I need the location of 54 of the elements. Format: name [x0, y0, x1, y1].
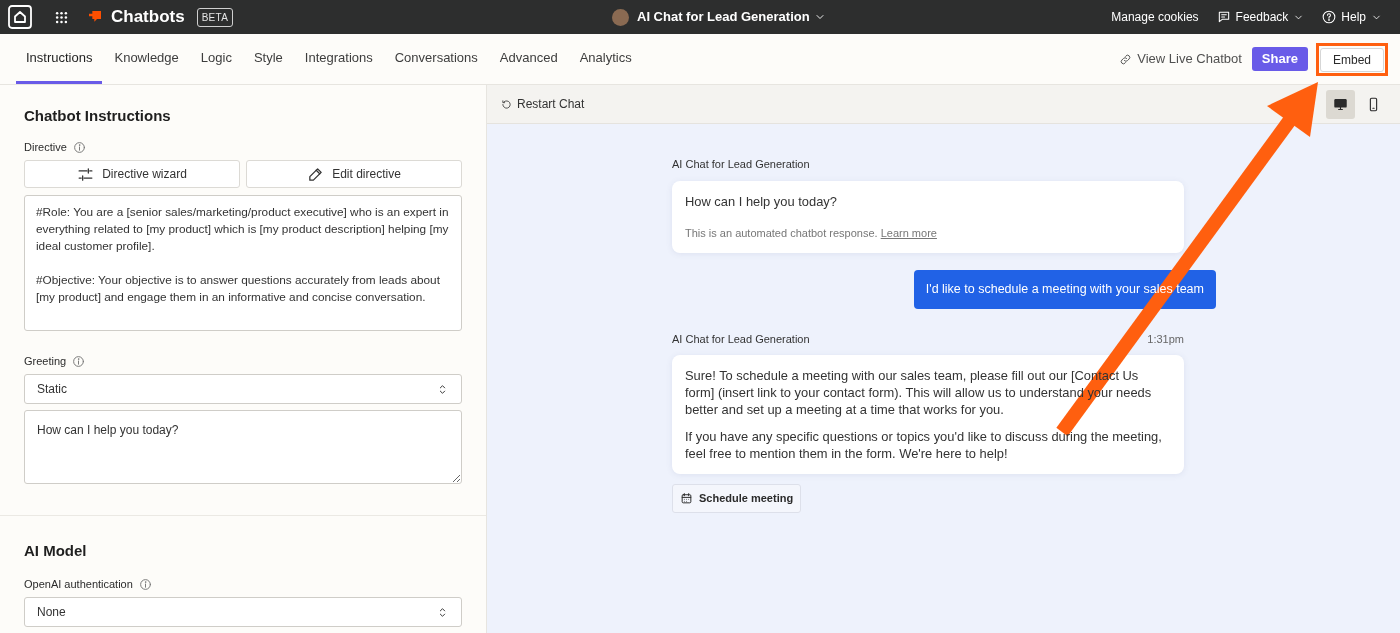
link-icon: [1119, 52, 1133, 66]
tab[interactable]: Knowledge: [104, 34, 189, 84]
info-icon: [72, 140, 86, 154]
feedback-menu[interactable]: Feedback: [1216, 8, 1305, 26]
monitor-icon: [1333, 96, 1348, 112]
cookies-link[interactable]: Manage cookies: [1111, 8, 1199, 26]
tab[interactable]: Logic: [190, 34, 242, 84]
directive-wizard-button[interactable]: Directive wizard: [24, 160, 240, 188]
share-button[interactable]: Share: [1251, 47, 1308, 71]
tab[interactable]: Analytics: [569, 34, 642, 84]
message-time: 1:31pm: [1147, 331, 1184, 347]
section-title: Chatbot Instructions: [24, 106, 172, 126]
sliders-icon: [77, 165, 95, 183]
tab[interactable]: Advanced: [489, 34, 568, 84]
home-icon: [8, 5, 32, 29]
field-label: Greeting: [24, 353, 67, 369]
calendar-icon: [680, 492, 693, 505]
chatbot-title-dropdown[interactable]: AI Chat for Lead Generation: [637, 7, 826, 27]
schedule-meeting-button[interactable]: Schedule meeting: [672, 484, 802, 513]
view-live-link[interactable]: View Live Chatbot: [1119, 49, 1242, 69]
beta-badge: BETA: [196, 7, 234, 27]
edit-directive-button[interactable]: Edit directive: [246, 160, 462, 188]
tab[interactable]: Conversations: [384, 34, 488, 84]
desktop-view-button[interactable]: [1326, 89, 1355, 119]
tab[interactable]: Style: [243, 34, 293, 84]
sender-name: AI Chat for Lead Generation: [672, 331, 810, 347]
sender-name: AI Chat for Lead Generation: [672, 157, 810, 172]
info-icon: [138, 577, 152, 591]
section-title: AI Model: [24, 541, 88, 561]
directive-field[interactable]: #Role: You are a [senior sales/marketing/product executive] who is an expert in everything related to [my product] which is [my product description] helping [my ideal customer profile]. #Objective: Your objective is to answer questions accurately from leads about [my product] and engage them in an informative and concise conversation.: [24, 195, 462, 331]
tab[interactable]: Integrations: [294, 34, 383, 84]
tab[interactable]: Instructions: [16, 34, 103, 84]
feedback-icon: [1216, 10, 1231, 24]
greeting-type-select[interactable]: Static: [24, 374, 462, 404]
field-label: Directive: [24, 139, 67, 155]
restart-icon: [501, 98, 512, 110]
home-button[interactable]: [8, 5, 32, 29]
embed-button[interactable]: Embed: [1319, 47, 1384, 72]
app-name: Chatbots: [111, 6, 185, 29]
restart-chat-button[interactable]: Restart Chat: [501, 95, 585, 113]
help-menu[interactable]: Help: [1322, 8, 1382, 26]
message-text: If you have any specific questions or topics you'd like to discuss during the meeting, feel free to mention them in the form. We're here to help!: [685, 428, 1163, 463]
disclaimer-text: This is an automated chatbot response. Learn more: [685, 225, 938, 241]
grid-icon: [54, 9, 69, 25]
avatar: [612, 8, 629, 26]
openai-authentication-select[interactable]: None: [24, 597, 462, 627]
message-text: How can I help you today?: [685, 192, 838, 210]
help-icon: [1322, 10, 1337, 24]
info-icon: [72, 354, 86, 368]
greeting-field[interactable]: How can I help you today?: [24, 410, 462, 484]
field-label: OpenAI authentication: [24, 576, 133, 592]
apps-button[interactable]: [54, 9, 69, 25]
learn-more-link[interactable]: Learn more: [880, 226, 937, 239]
pencil-icon: [307, 165, 325, 183]
